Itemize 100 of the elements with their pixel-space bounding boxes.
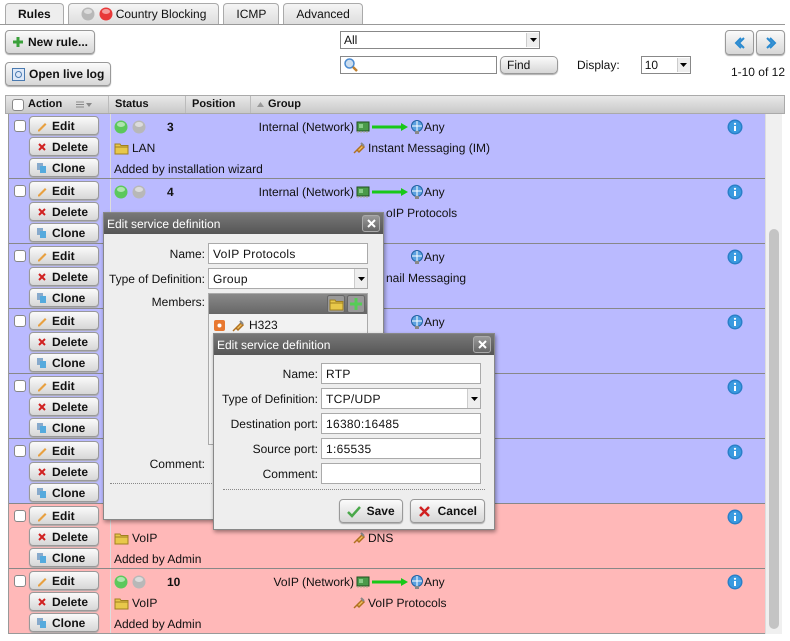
new-rule-button[interactable]: New rule... xyxy=(5,30,96,54)
info-icon[interactable] xyxy=(727,378,743,394)
delete-button[interactable]: Delete xyxy=(29,202,99,221)
clone-button[interactable]: Clone xyxy=(29,548,99,567)
tab[interactable]: Advanced xyxy=(283,3,363,24)
edit-button[interactable]: Edit xyxy=(29,246,99,265)
row-checkbox[interactable] xyxy=(14,510,26,522)
info-icon[interactable] xyxy=(727,184,743,200)
edit-button[interactable]: Edit xyxy=(29,376,99,395)
next-page-button[interactable] xyxy=(756,30,785,55)
text-field[interactable]: 16380:16485 xyxy=(321,413,481,434)
comment-text: Added by Admin xyxy=(114,550,202,568)
delete-button[interactable]: Delete xyxy=(29,267,99,286)
destination-text: Any xyxy=(424,184,445,200)
service-text: nail Messaging xyxy=(386,270,466,286)
column-header[interactable]: Status xyxy=(115,96,149,113)
row-checkbox[interactable] xyxy=(14,120,26,132)
comment-text: Added by installation wizard xyxy=(114,160,263,178)
position-text: 10 xyxy=(166,574,182,590)
clone-button[interactable]: Clone xyxy=(29,223,99,242)
cancel-button[interactable]: Cancel xyxy=(410,499,485,523)
dialog-title: Edit service definition xyxy=(217,336,330,354)
column-header[interactable]: Group xyxy=(268,96,301,113)
search-field[interactable] xyxy=(340,56,497,74)
info-icon[interactable] xyxy=(727,314,743,330)
close-icon xyxy=(478,340,486,349)
text-field[interactable]: RTP xyxy=(321,363,481,384)
filter-select[interactable]: All xyxy=(340,31,540,49)
dialog-title: Edit service definition xyxy=(107,216,220,232)
row-checkbox[interactable] xyxy=(14,185,26,197)
info-icon[interactable] xyxy=(727,444,743,460)
field-label: Source port: xyxy=(252,440,318,458)
edit-button[interactable]: Edit xyxy=(29,506,99,525)
type-select[interactable]: TCP/UDP xyxy=(321,388,481,409)
find-button[interactable]: Find xyxy=(500,56,558,74)
delete-button[interactable]: Delete xyxy=(29,332,99,351)
plus-icon xyxy=(12,36,24,48)
type-select[interactable]: Group xyxy=(208,268,368,289)
edit-button[interactable]: Edit xyxy=(29,571,99,590)
delete-button[interactable]: Delete xyxy=(29,527,99,546)
cross-icon xyxy=(36,336,48,348)
close-button[interactable] xyxy=(473,336,491,353)
edit-button[interactable]: Edit xyxy=(29,441,99,460)
remove-icon[interactable] xyxy=(213,318,226,332)
clone-button[interactable]: Clone xyxy=(29,288,99,307)
tab[interactable]: Rules xyxy=(5,3,64,24)
globe-icon xyxy=(410,120,424,134)
copy-icon xyxy=(36,356,48,368)
info-icon[interactable] xyxy=(727,574,743,590)
field-label: Type of Definition: xyxy=(108,270,205,288)
scrollbar[interactable] xyxy=(765,114,782,634)
clone-button[interactable]: Clone xyxy=(29,353,99,372)
field-label: Name: xyxy=(282,366,318,382)
field-label: Type of Definition: xyxy=(220,390,318,408)
caret-icon xyxy=(530,38,536,42)
column-menu-icon[interactable] xyxy=(76,100,92,108)
clone-button[interactable]: Clone xyxy=(29,418,99,437)
row-checkbox[interactable] xyxy=(14,315,26,327)
display-select[interactable]: 10 xyxy=(640,56,691,74)
info-icon[interactable] xyxy=(727,248,743,264)
delete-button[interactable]: Delete xyxy=(29,462,99,481)
edit-button[interactable]: Edit xyxy=(29,181,99,200)
info-icon[interactable] xyxy=(727,118,743,134)
previous-page-button[interactable] xyxy=(725,30,754,55)
row-checkbox[interactable] xyxy=(14,250,26,262)
caret-icon xyxy=(680,63,688,67)
close-button[interactable] xyxy=(362,215,380,232)
cross-icon xyxy=(36,270,48,282)
clone-button[interactable]: Clone xyxy=(29,483,99,502)
clone-button[interactable]: Clone xyxy=(29,158,99,177)
cross-icon xyxy=(36,400,48,412)
edit-button[interactable]: Edit xyxy=(29,116,99,135)
copy-icon xyxy=(36,162,48,174)
folder-icon xyxy=(114,530,129,544)
delete-button[interactable]: Delete xyxy=(29,592,99,611)
text-field[interactable] xyxy=(321,463,481,484)
tab[interactable]: ICMP xyxy=(223,3,280,24)
column-header[interactable]: Action xyxy=(28,96,62,113)
source-text: Internal (Network) xyxy=(258,184,354,200)
info-icon[interactable] xyxy=(727,508,743,524)
open-live-log-button[interactable]: Open live log xyxy=(5,62,112,86)
text-field[interactable]: 1:65535 xyxy=(321,438,481,459)
delete-button[interactable]: Delete xyxy=(29,137,99,156)
delete-button[interactable]: Delete xyxy=(29,397,99,416)
clone-button[interactable]: Clone xyxy=(29,613,99,632)
row-checkbox[interactable] xyxy=(14,445,26,457)
field-label: Comment: xyxy=(148,456,205,473)
text-field[interactable]: VoIP Protocols xyxy=(208,243,368,264)
tab[interactable]: Country Blocking xyxy=(68,3,220,24)
add-button-icon[interactable] xyxy=(347,295,365,313)
row-checkbox[interactable] xyxy=(14,380,26,392)
destination-text: Any xyxy=(424,314,445,330)
save-button[interactable]: Save xyxy=(338,499,403,523)
column-header[interactable]: Position xyxy=(192,96,236,113)
edit-button[interactable]: Edit xyxy=(29,311,99,330)
destination-text: Any xyxy=(424,118,445,136)
log-icon xyxy=(12,68,25,80)
folder-button-icon[interactable] xyxy=(327,295,345,313)
row-checkbox[interactable] xyxy=(14,575,26,587)
select-all-checkbox[interactable] xyxy=(12,98,24,110)
